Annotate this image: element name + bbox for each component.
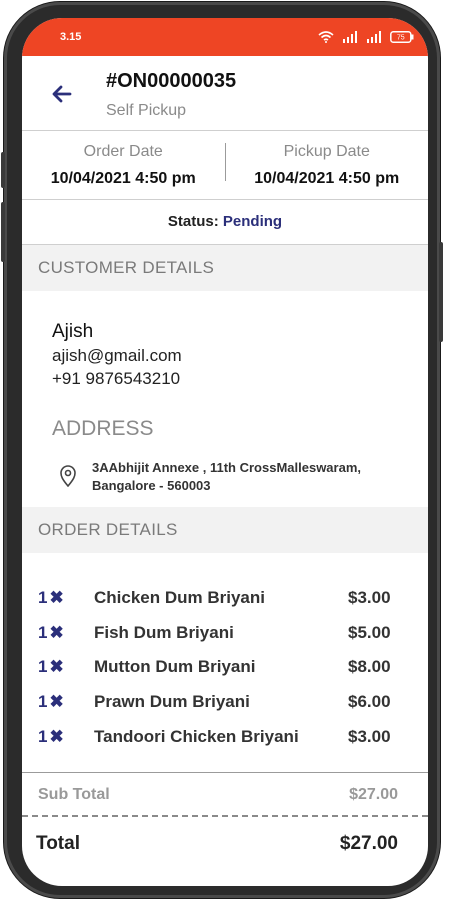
item-name: Prawn Dum Briyani: [94, 692, 250, 712]
total-label: Total: [36, 833, 80, 854]
address-line-2: Bangalore - 560003: [92, 478, 211, 493]
order-type: Self Pickup: [106, 102, 187, 119]
app-screen: 3.15 75 #ON00000035 Self Pickup Order Da…: [22, 18, 428, 886]
customer-name: Ajish: [52, 321, 94, 342]
order-details-heading: ORDER DETAILS: [22, 507, 428, 553]
customer-details: Ajish ajish@gmail.com +91 9876543210 ADD…: [22, 291, 428, 507]
dates-row: Order Date 10/04/2021 4:50 pm Pickup Dat…: [22, 131, 428, 200]
order-item: 1 ✖ Chicken Dum Briyani $3.00: [22, 581, 428, 616]
pickup-date-value: 10/04/2021 4:50 pm: [254, 170, 400, 187]
x-icon: ✖: [49, 588, 64, 608]
order-item: 1 ✖ Mutton Dum Briyani $8.00: [22, 650, 428, 685]
x-icon: ✖: [49, 692, 64, 712]
order-item: 1 ✖ Fish Dum Briyani $5.00: [22, 616, 428, 651]
item-price: $6.00: [348, 692, 391, 712]
order-number: #ON00000035: [106, 70, 237, 92]
x-icon: ✖: [49, 622, 64, 642]
address-row: 3AAbhijit Annexe , 11th CrossMalleswaram…: [52, 459, 428, 495]
signal-icon: [367, 31, 381, 43]
customer-details-heading: CUSTOMER DETAILS: [22, 245, 428, 291]
total-row: Total $27.00: [22, 817, 428, 871]
item-price: $3.00: [348, 726, 391, 746]
map-pin-icon: [60, 465, 76, 487]
order-item: 1 ✖ Prawn Dum Briyani $6.00: [22, 685, 428, 720]
customer-email: ajish@gmail.com: [52, 346, 182, 365]
order-date-value: 10/04/2021 4:50 pm: [50, 170, 196, 187]
order-header: #ON00000035 Self Pickup: [22, 56, 428, 131]
status-badge: Pending: [222, 213, 283, 230]
address-heading: ADDRESS: [52, 417, 154, 440]
battery-icon: 75: [390, 31, 414, 43]
subtotal-label: Sub Total: [38, 786, 110, 803]
item-quantity: 1 ✖: [38, 692, 64, 712]
item-price: $3.00: [348, 588, 391, 608]
power-button: [439, 242, 443, 342]
pickup-date: Pickup Date 10/04/2021 4:50 pm: [226, 131, 429, 199]
total-value: $27.00: [339, 833, 398, 854]
customer-phone: +91 9876543210: [52, 369, 181, 388]
arrow-left-icon[interactable]: [50, 82, 74, 106]
address-text: 3AAbhijit Annexe , 11th CrossMalleswaram…: [92, 459, 392, 495]
wifi-icon: [318, 31, 334, 43]
item-quantity: 1 ✖: [38, 588, 64, 608]
item-price: $8.00: [348, 657, 391, 677]
status-label: Status:: [167, 213, 219, 230]
status-time: 3.15: [60, 31, 82, 43]
item-name: Fish Dum Briyani: [94, 622, 234, 642]
order-items-list: 1 ✖ Chicken Dum Briyani $3.00 1 ✖ Fish Dum…: [22, 553, 428, 773]
address-line-1: 3AAbhijit Annexe , 11th CrossMalleswaram…: [92, 460, 361, 475]
status-bar: 3.15 75: [22, 18, 428, 56]
item-quantity: 1 ✖: [38, 657, 64, 677]
item-name: Mutton Dum Briyani: [94, 657, 256, 677]
order-date: Order Date 10/04/2021 4:50 pm: [22, 131, 225, 199]
item-quantity: 1 ✖: [38, 726, 64, 746]
item-quantity: 1 ✖: [38, 622, 64, 642]
item-name: Tandoori Chicken Briyani: [94, 726, 299, 746]
order-status: Status: Pending: [22, 200, 428, 245]
order-item: 1 ✖ Tandoori Chicken Briyani $3.00: [22, 719, 428, 754]
subtotal-value: $27.00: [349, 786, 398, 803]
order-date-label: Order Date: [83, 143, 163, 160]
x-icon: ✖: [49, 657, 64, 677]
item-price: $5.00: [348, 622, 391, 642]
signal-icon: [343, 31, 357, 43]
status-icons: 75: [318, 31, 414, 43]
item-name: Chicken Dum Briyani: [94, 588, 265, 608]
x-icon: ✖: [49, 726, 64, 746]
side-button: [1, 152, 5, 188]
battery-level: 75: [397, 35, 405, 42]
subtotal-row: Sub Total $27.00: [22, 773, 428, 817]
phone-frame: 3.15 75 #ON00000035 Self Pickup Order Da…: [1, 2, 443, 898]
volume-button: [1, 202, 5, 262]
pickup-date-label: Pickup Date: [283, 143, 370, 160]
